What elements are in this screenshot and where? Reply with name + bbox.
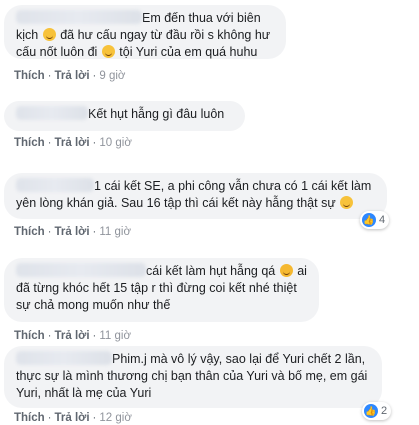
blurred-author-name [16,351,112,365]
comment-bubble: Phim.j mà vô lý vậy, sao lại để Yuri chế… [4,346,382,408]
comment-bubble: cái kết làm hụt hẫng qá ai đã từng khóc … [4,258,319,322]
timestamp[interactable]: 10 giờ [99,137,131,149]
like-reaction-icon: 👍 [364,404,378,418]
reply-link[interactable]: Trả lời [55,137,90,149]
blurred-author-name [16,10,142,24]
separator: · [47,412,52,424]
like-link[interactable]: Thích [14,137,45,149]
comment-text-3: tội Yuri của em quá huhu [119,45,258,59]
comment-4: cái kết làm hụt hẫng qá ai đã từng khóc … [4,258,319,322]
like-link[interactable]: Thích [14,412,45,424]
comment-actions: Thích · Trả lời · 12 giờ [14,412,132,424]
smile-emoji-icon [42,28,56,41]
comment-1: Em đến thua với biên kịch đã hư cấu ngay… [4,5,286,59]
like-link[interactable]: Thích [14,70,45,82]
separator: · [92,330,97,342]
reaction-summary[interactable]: 👍 2 [362,402,392,420]
reply-link[interactable]: Trả lời [55,412,90,424]
separator: · [47,70,52,82]
blurred-author-name [16,178,94,192]
smile-emoji-icon [101,45,115,58]
timestamp[interactable]: 9 giờ [99,70,125,82]
separator: · [92,137,97,149]
like-reaction-icon: 👍 [362,213,376,227]
timestamp[interactable]: 11 giờ [99,226,131,238]
like-link[interactable]: Thích [14,330,45,342]
blurred-author-name [16,263,146,277]
comment-5: Phim.j mà vô lý vậy, sao lại để Yuri chế… [4,346,392,420]
blurred-author-name [16,106,88,120]
separator: · [47,226,52,238]
separator: · [47,137,52,149]
comment-text: cái kết làm hụt hẫng qá [146,264,276,278]
separator: · [47,330,52,342]
reply-link[interactable]: Trả lời [55,226,90,238]
timestamp[interactable]: 12 giờ [99,412,131,424]
comment-actions: Thích · Trả lời · 10 giờ [14,137,132,149]
comment-bubble: Em đến thua với biên kịch đã hư cấu ngay… [4,5,286,59]
reply-link[interactable]: Trả lời [55,330,90,342]
reaction-count: 4 [379,214,386,226]
reaction-summary[interactable]: 👍 4 [360,211,390,229]
separator: · [92,70,97,82]
comment-actions: Thích · Trả lời · 11 giờ [14,330,131,342]
separator: · [92,412,97,424]
comment-bubble: Kết hụt hẫng gì đâu luôn [4,101,245,131]
sad-emoji-icon [340,196,354,209]
comment-actions: Thích · Trả lời · 11 giờ [14,226,131,238]
comment-3: 1 cái kết SE, a phi công vẫn chưa có 1 c… [4,173,390,229]
comment-actions: Thích · Trả lời · 9 giờ [14,70,125,82]
reaction-count: 2 [381,405,388,417]
comment-bubble: 1 cái kết SE, a phi công vẫn chưa có 1 c… [4,173,387,219]
comment-2: Kết hụt hẫng gì đâu luôn [4,101,245,131]
like-link[interactable]: Thích [14,226,45,238]
crying-emoji-icon [279,264,293,277]
timestamp[interactable]: 11 giờ [99,330,131,342]
reply-link[interactable]: Trả lời [55,70,90,82]
separator: · [92,226,97,238]
comment-text: Kết hụt hẫng gì đâu luôn [88,107,225,121]
